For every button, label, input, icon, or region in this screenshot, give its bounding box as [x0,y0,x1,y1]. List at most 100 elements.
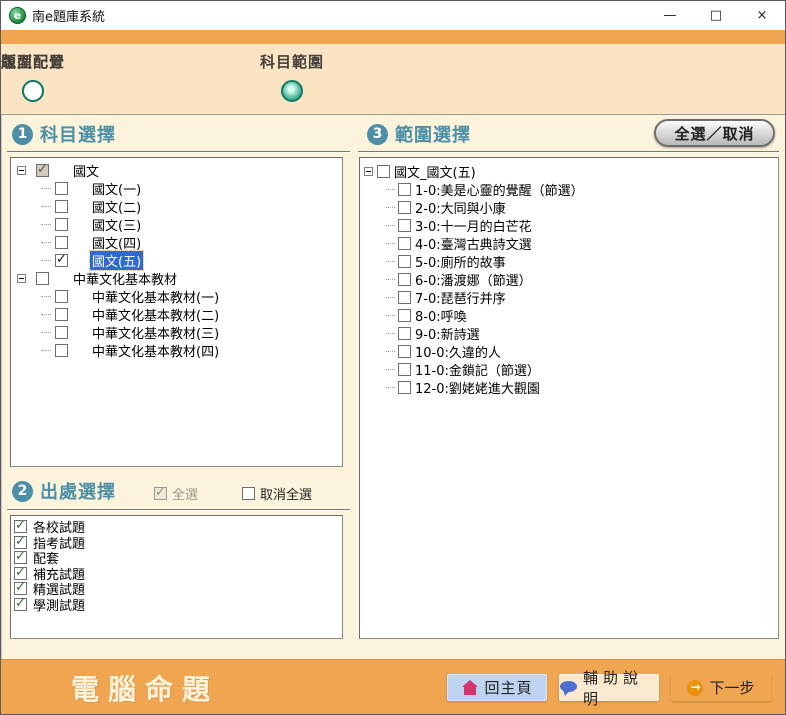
tree-row[interactable]: 國文 [11,161,342,179]
tree-row[interactable]: 國文(二) [11,197,342,215]
tree-checkbox[interactable] [398,183,411,196]
list-item[interactable]: 學測試題 [11,597,342,613]
accent-strip [1,30,785,44]
tree-checkbox[interactable] [377,165,390,178]
tree-expander-icon[interactable] [17,274,26,283]
tree-item-label[interactable]: 國文_國文(五) [392,162,478,181]
tree-checkbox[interactable] [55,254,68,267]
tree-item-label[interactable]: 12-0:劉姥姥進大觀園 [413,378,542,397]
tree-row[interactable]: 9-0:新詩選 [360,324,778,342]
tree-item-label[interactable]: 10-0:久違的人 [413,342,503,361]
tree-item-label[interactable]: 國文(三) [90,215,143,234]
list-item-checkbox[interactable] [14,551,27,564]
tree-item-label[interactable]: 7-0:琵琶行并序 [413,288,508,307]
tree-checkbox[interactable] [55,182,68,195]
tree-item-label[interactable]: 中華文化基本教材(三) [90,323,221,342]
tree-item-label[interactable]: 國文(四) [90,233,143,252]
tree-row[interactable]: 4-0:臺灣古典詩文選 [360,234,778,252]
tree-checkbox[interactable] [398,363,411,376]
tree-item-label[interactable]: 6-0:潘渡娜（節選） [413,270,534,289]
footer-button[interactable]: 輔助說明 [559,674,659,701]
tree-row[interactable]: 國文(一) [11,179,342,197]
deselect-all-checkbox[interactable] [242,487,255,500]
tree-row[interactable]: 中華文化基本教材(三) [11,323,342,341]
tree-item-label[interactable]: 1-0:美是心靈的覺醒（節選） [413,180,586,199]
tree-checkbox[interactable] [55,308,68,321]
tree-item-label[interactable]: 5-0:廁所的故事 [413,252,508,271]
tree-item-label[interactable]: 國文(五) [90,251,143,270]
tree-checkbox[interactable] [398,237,411,250]
select-all-checkbox[interactable] [154,487,167,500]
minimize-button[interactable]: — [647,1,693,30]
subject-tree[interactable]: 國文 國文(一) 國文(二) 國文(三) [10,157,343,467]
tree-checkbox[interactable] [55,344,68,357]
tree-expander-icon[interactable] [17,166,26,175]
wizard-step-circle-icon [22,80,44,102]
tree-item-label[interactable]: 8-0:呼喚 [413,306,469,325]
footer-button[interactable]: 回主頁 [447,674,547,701]
tree-item-label[interactable]: 國文(二) [90,197,143,216]
tree-checkbox[interactable] [55,236,68,249]
tree-row[interactable]: 國文(三) [11,215,342,233]
tree-row[interactable]: 中華文化基本教材(四) [11,341,342,359]
tree-expander-icon[interactable] [364,167,373,176]
tree-row[interactable]: 10-0:久違的人 [360,342,778,360]
select-all-toggle-button[interactable]: 全選／取消 [654,119,775,147]
tree-item-label[interactable]: 4-0:臺灣古典詩文選 [413,234,534,253]
close-button[interactable]: × [739,1,785,30]
tree-item-label[interactable]: 11-0:金鎖記（節選） [413,360,542,379]
tree-item-label[interactable]: 2-0:大同與小康 [413,198,508,217]
tree-checkbox[interactable] [36,272,49,285]
tree-checkbox[interactable] [55,218,68,231]
tree-row[interactable]: 12-0:劉姥姥進大觀園 [360,378,778,396]
tree-checkbox[interactable] [398,291,411,304]
tree-item-label[interactable]: 9-0:新詩選 [413,324,482,343]
source-list[interactable]: 各校試題 指考試題 配套 補充試題 [10,515,343,639]
tree-row[interactable]: 國文_國文(五) [360,162,778,180]
list-item-checkbox[interactable] [14,567,27,580]
tree-checkbox[interactable] [398,309,411,322]
tree-item-label[interactable]: 國文(一) [90,179,143,198]
tree-item-label[interactable]: 中華文化基本教材 [71,269,179,288]
range-panel-title: 範圍選擇 [395,121,471,147]
maximize-button[interactable]: □ [693,1,739,30]
range-tree[interactable]: 國文_國文(五) 1-0:美是心靈的覺醒（節選） 2-0:大同與小康 [359,157,779,639]
tree-row[interactable]: 中華文化基本教材(一) [11,287,342,305]
tree-row[interactable]: 3-0:十一月的白芒花 [360,216,778,234]
tree-checkbox[interactable] [398,345,411,358]
tree-item-label[interactable]: 中華文化基本教材(二) [90,305,221,324]
tree-item-label[interactable]: 中華文化基本教材(一) [90,287,221,306]
list-item-checkbox[interactable] [14,536,27,549]
tree-item-label[interactable]: 3-0:十一月的白芒花 [413,216,534,235]
footer-button-icon [461,680,478,696]
tree-row[interactable]: 國文(五) [11,251,342,269]
tree-checkbox[interactable] [36,164,49,177]
list-item-checkbox[interactable] [14,520,27,533]
footer-button[interactable]: 下一步 [671,674,771,701]
list-item-checkbox[interactable] [14,598,27,611]
tree-checkbox[interactable] [398,255,411,268]
list-item-label[interactable]: 學測試題 [31,595,87,614]
tree-item-label[interactable]: 國文 [71,161,101,180]
tree-row[interactable]: 國文(四) [11,233,342,251]
tree-row[interactable]: 中華文化基本教材 [11,269,342,287]
tree-checkbox[interactable] [55,290,68,303]
tree-checkbox[interactable] [55,200,68,213]
tree-checkbox[interactable] [398,381,411,394]
tree-row[interactable]: 5-0:廁所的故事 [360,252,778,270]
tree-checkbox[interactable] [398,327,411,340]
tree-checkbox[interactable] [398,273,411,286]
list-item-checkbox[interactable] [14,582,27,595]
tree-checkbox[interactable] [398,219,411,232]
tree-row[interactable]: 2-0:大同與小康 [360,198,778,216]
tree-item-label[interactable]: 中華文化基本教材(四) [90,341,221,360]
tree-checkbox[interactable] [55,326,68,339]
tree-row[interactable]: 11-0:金鎖記（節選） [360,360,778,378]
tree-row[interactable]: 1-0:美是心靈的覺醒（節選） [360,180,778,198]
tree-checkbox[interactable] [398,201,411,214]
tree-row[interactable]: 8-0:呼喚 [360,306,778,324]
tree-row[interactable]: 7-0:琵琶行并序 [360,288,778,306]
wizard-step-label: 版面配置 [1,51,65,72]
tree-row[interactable]: 6-0:潘渡娜（節選） [360,270,778,288]
tree-row[interactable]: 中華文化基本教材(二) [11,305,342,323]
